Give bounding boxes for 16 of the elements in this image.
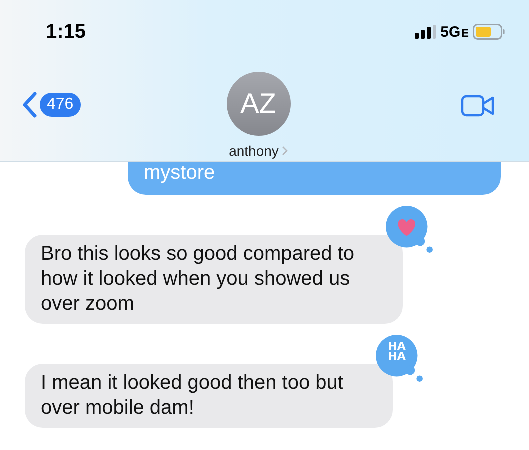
reaction-bubble-icon [376,335,424,383]
message-bubble: I mean it looked good then too but over mobile dam! [25,364,393,428]
network-label: 5GE [440,24,469,40]
contact-avatar[interactable]: AZ [226,72,290,136]
battery-icon [473,24,505,40]
message-bubble: mystore [128,162,501,195]
haha-reaction-label: HA HA [387,342,407,362]
chevron-right-icon [282,146,288,156]
video-call-icon[interactable] [461,95,495,117]
back-chevron-icon[interactable] [22,92,38,118]
message-bubble: Bro this looks so good compared to how it looked when you showed us over zoom [25,235,403,324]
unread-count-badge[interactable]: 476 [40,93,81,117]
signal-icon [414,25,437,39]
status-time: 1:15 [46,20,86,44]
heart-reaction-icon [386,206,434,254]
contact-name[interactable]: anthony [229,143,279,159]
